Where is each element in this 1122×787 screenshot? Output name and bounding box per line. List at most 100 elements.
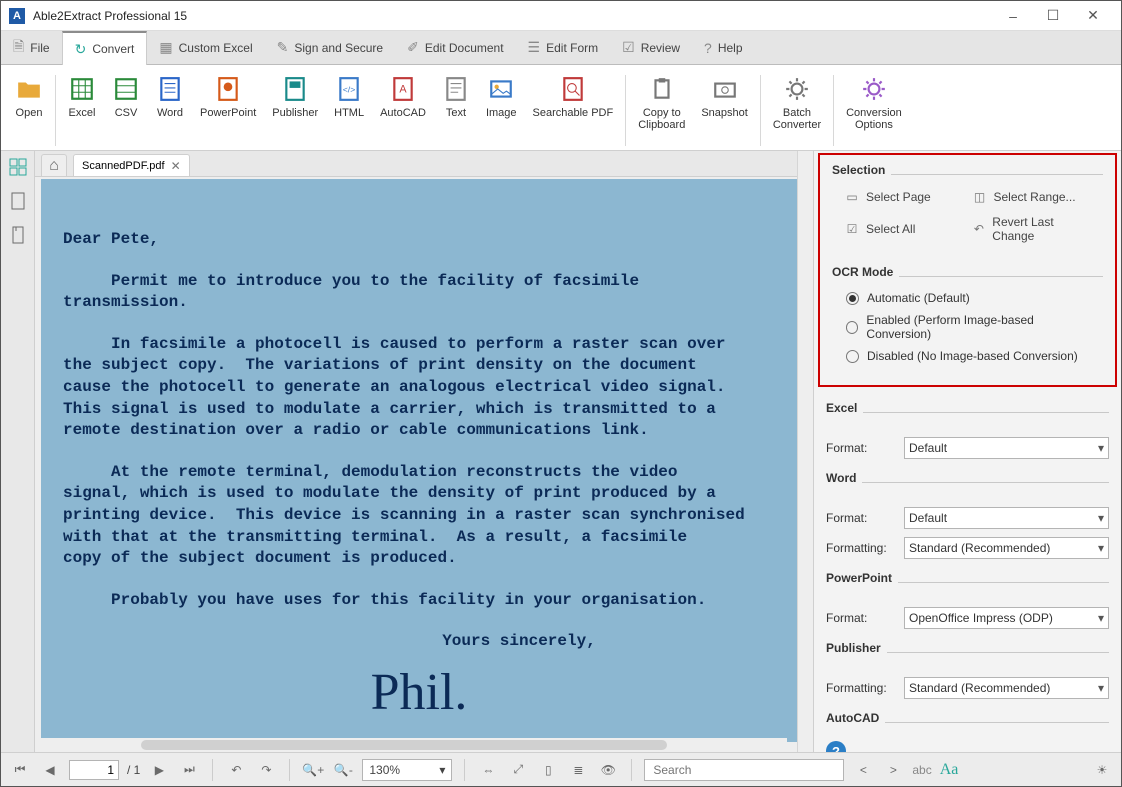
word-format-select[interactable]: Default▾ (904, 507, 1109, 529)
menu-convert[interactable]: ↻Convert (62, 31, 148, 65)
word-formatting-select[interactable]: Standard (Recommended)▾ (904, 537, 1109, 559)
panel-collapse-button[interactable]: ▸ (813, 151, 814, 175)
word-title: Word (826, 471, 856, 485)
menu-edit-document[interactable]: ✐Edit Document (395, 31, 515, 64)
radio-icon (846, 350, 859, 363)
chevron-down-icon: ▾ (1098, 611, 1104, 625)
help-badge-icon[interactable]: ? (826, 741, 846, 752)
fit-page-button[interactable]: ⤢ (507, 759, 529, 781)
menu-sign[interactable]: ✎Sign and Secure (265, 31, 395, 64)
powerpoint-icon (214, 75, 242, 103)
thumbnails-icon[interactable] (8, 157, 28, 177)
file-icon: 🗎 (13, 36, 24, 60)
powerpoint-format-select[interactable]: OpenOffice Impress (ODP)▾ (904, 607, 1109, 629)
ribbon-conversion-options[interactable]: Conversion Options (838, 71, 910, 135)
maximize-button[interactable]: ☐ (1033, 2, 1073, 30)
ribbon-publisher[interactable]: Publisher (264, 71, 326, 123)
ribbon-html[interactable]: </>HTML (326, 71, 372, 123)
rotate-ccw-button[interactable]: ↶ (225, 759, 247, 781)
document-viewport[interactable]: Dear Pete, Permit me to introduce you to… (35, 177, 797, 752)
menu-edit-label: Edit Document (425, 41, 504, 55)
word-format-label: Format: (826, 511, 896, 525)
ribbon-image[interactable]: Image (478, 71, 525, 123)
minimize-button[interactable]: – (993, 2, 1033, 30)
search-prev-button[interactable]: < (852, 759, 874, 781)
side-panel: ▸ Selection ▭Select Page ◫Select Range..… (813, 151, 1121, 752)
form-icon: ☰ (528, 39, 541, 56)
autocad-icon: A (389, 75, 417, 103)
svg-text:A: A (399, 83, 407, 95)
menu-review[interactable]: ☑Review (610, 31, 692, 64)
app-icon: A (9, 8, 25, 24)
horizontal-scrollbar[interactable] (41, 738, 787, 752)
ribbon-searchable-pdf[interactable]: Searchable PDF (525, 71, 622, 123)
zoom-out-button[interactable]: 🔍- (332, 759, 354, 781)
image-icon (487, 75, 515, 103)
search-field[interactable] (644, 759, 844, 781)
continuous-button[interactable]: ≣ (567, 759, 589, 781)
fit-width-button[interactable]: ⇔ (477, 759, 499, 781)
help-icon: ? (704, 40, 712, 56)
next-page-button[interactable]: ▶ (148, 759, 170, 781)
excel-format-select[interactable]: Default▾ (904, 437, 1109, 459)
page-number-field[interactable] (69, 760, 119, 780)
menu-file[interactable]: 🗎 File (1, 31, 62, 64)
close-button[interactable]: ✕ (1073, 2, 1113, 30)
bookmarks-icon[interactable] (8, 191, 28, 211)
tab-strip: ⌂ ScannedPDF.pdf ✕ (35, 151, 797, 177)
word-formatting-label: Formatting: (826, 541, 896, 555)
zoom-select[interactable]: 130%▾ (362, 759, 452, 781)
select-all-icon: ☑ (844, 221, 860, 237)
ribbon-snapshot[interactable]: Snapshot (693, 71, 755, 123)
ocr-disabled-radio[interactable]: Disabled (No Image-based Conversion) (846, 349, 1089, 363)
ocr-automatic-radio[interactable]: Automatic (Default) (846, 291, 1089, 305)
select-all-button[interactable]: ☑Select All (844, 215, 964, 243)
select-range-button[interactable]: ◫Select Range... (972, 189, 1092, 205)
ocr-enabled-radio[interactable]: Enabled (Perform Image-based Conversion) (846, 313, 1089, 341)
attachments-icon[interactable] (8, 225, 28, 245)
revert-button[interactable]: ↶Revert Last Change (972, 215, 1092, 243)
document-page: Dear Pete, Permit me to introduce you to… (41, 179, 797, 742)
rotate-cw-button[interactable]: ↷ (255, 759, 277, 781)
menu-custom-excel[interactable]: ▦Custom Excel (147, 31, 264, 64)
csv-icon (112, 75, 140, 103)
menu-file-label: File (30, 41, 49, 55)
ribbon-batch-converter[interactable]: Batch Converter (765, 71, 829, 135)
autocad-title: AutoCAD (826, 711, 879, 725)
last-page-button[interactable]: ⏭ (178, 759, 200, 781)
ribbon-autocad[interactable]: AAutoCAD (372, 71, 434, 123)
theme-toggle-icon[interactable]: ☀ (1091, 759, 1113, 781)
ribbon-powerpoint[interactable]: PowerPoint (192, 71, 264, 123)
ribbon-excel[interactable]: Excel (60, 71, 104, 123)
menu-help[interactable]: ?Help (692, 31, 754, 64)
chevron-down-icon: ▾ (1098, 681, 1104, 695)
doc-p4: Probably you have uses for this facility… (63, 590, 775, 612)
zoom-in-button[interactable]: 🔍+ (302, 759, 324, 781)
single-page-button[interactable]: ▯ (537, 759, 559, 781)
ribbon-csv[interactable]: CSV (104, 71, 148, 123)
selection-title: Selection (832, 163, 885, 177)
ribbon-word[interactable]: Word (148, 71, 192, 123)
view-mode-button[interactable]: 👁 (597, 759, 619, 781)
select-range-icon: ◫ (972, 189, 988, 205)
excel-title: Excel (826, 401, 857, 415)
case-toggle[interactable]: Aa (940, 761, 959, 779)
radio-icon (846, 292, 859, 305)
prev-page-button[interactable]: ◀ (39, 759, 61, 781)
ribbon-open[interactable]: Open (7, 71, 51, 123)
pen-icon: ✎ (277, 39, 289, 56)
ribbon-copy-clipboard[interactable]: Copy to Clipboard (630, 71, 693, 135)
search-next-button[interactable]: > (882, 759, 904, 781)
vertical-scrollbar[interactable] (797, 151, 813, 752)
doc-greeting: Dear Pete, (63, 229, 775, 251)
select-page-button[interactable]: ▭Select Page (844, 189, 964, 205)
publisher-formatting-select[interactable]: Standard (Recommended)▾ (904, 677, 1109, 699)
first-page-button[interactable]: ⏮ (9, 759, 31, 781)
publisher-icon (281, 75, 309, 103)
ribbon-text[interactable]: Text (434, 71, 478, 123)
close-tab-icon[interactable]: ✕ (171, 159, 181, 173)
menu-edit-form[interactable]: ☰Edit Form (516, 31, 611, 64)
file-tab[interactable]: ScannedPDF.pdf ✕ (73, 154, 190, 176)
home-tab[interactable]: ⌂ (41, 154, 67, 176)
word-icon (156, 75, 184, 103)
